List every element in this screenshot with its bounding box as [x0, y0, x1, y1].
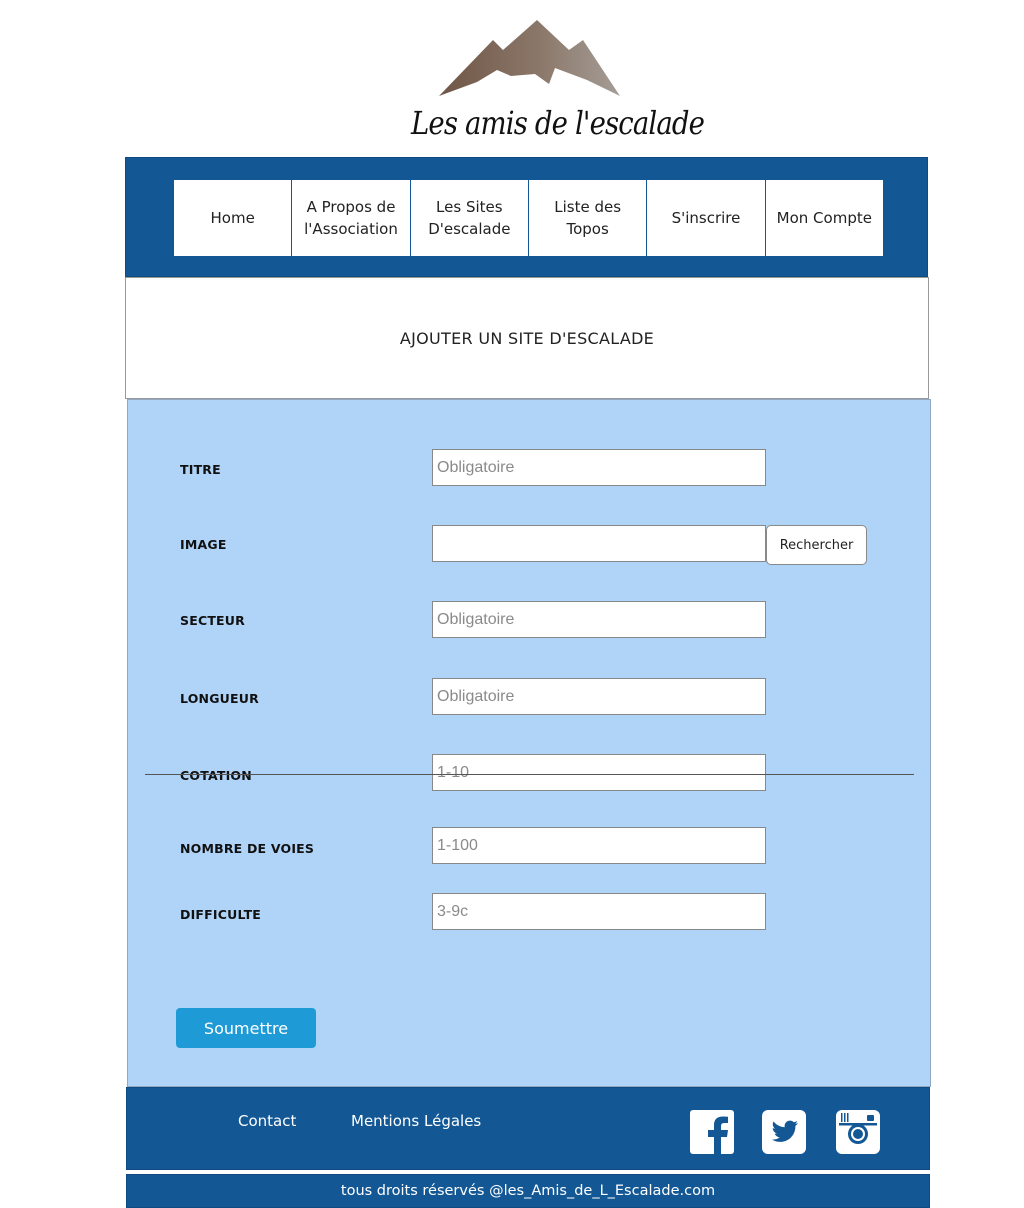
image-path-input[interactable]: [432, 525, 766, 562]
nav-item-register[interactable]: S'inscrire: [647, 180, 766, 256]
length-input[interactable]: [432, 678, 766, 715]
rating-label: COTATION: [180, 768, 252, 783]
main-navigation: Home A Propos de l'Association Les Sites…: [125, 157, 928, 277]
footer-link-contact[interactable]: Contact: [238, 1112, 296, 1130]
add-site-form: [127, 399, 931, 1087]
browse-button[interactable]: Rechercher: [766, 525, 867, 565]
difficulty-input[interactable]: [432, 893, 766, 930]
logo-wordmark: Les amis de l'escalade: [411, 104, 705, 142]
difficulty-label: DIFFICULTE: [180, 907, 262, 922]
strikethrough-line: [145, 774, 914, 775]
mountain-logo-icon: [439, 20, 620, 96]
facebook-icon[interactable]: [690, 1110, 734, 1154]
nav-item-about[interactable]: A Propos de l'Association: [292, 180, 411, 256]
title-label: TITRE: [180, 462, 221, 477]
nav-item-sites[interactable]: Les Sites D'escalade: [410, 180, 529, 256]
route-count-input[interactable]: [432, 827, 766, 864]
route-count-label: NOMBRE DE VOIES: [180, 841, 315, 856]
footer-link-legal[interactable]: Mentions Légales: [351, 1112, 481, 1130]
instagram-icon[interactable]: [836, 1110, 880, 1154]
rating-input[interactable]: [432, 754, 766, 791]
twitter-icon[interactable]: [762, 1110, 806, 1154]
page-title: AJOUTER UN SITE D'ESCALADE: [399, 328, 655, 348]
nav-item-topos[interactable]: Liste des Topos: [528, 180, 648, 256]
copyright-text: tous droits réservés @les_Amis_de_L_Esca…: [340, 1183, 716, 1199]
submit-button[interactable]: Soumettre: [176, 1008, 316, 1048]
title-input[interactable]: [432, 449, 766, 486]
nav-item-account[interactable]: Mon Compte: [765, 180, 883, 256]
site-logo[interactable]: Les amis de l'escalade: [0, 0, 1024, 158]
page-title-banner: AJOUTER UN SITE D'ESCALADE: [125, 277, 929, 399]
length-label: LONGUEUR: [180, 691, 259, 706]
sector-label: SECTEUR: [180, 613, 245, 628]
footer-bottom-bar: tous droits réservés @les_Amis_de_L_Esca…: [126, 1174, 930, 1208]
nav-item-home[interactable]: Home: [174, 180, 293, 256]
image-label: IMAGE: [180, 537, 227, 552]
sector-input[interactable]: [432, 601, 766, 638]
nav-menu: Home A Propos de l'Association Les Sites…: [174, 180, 883, 256]
